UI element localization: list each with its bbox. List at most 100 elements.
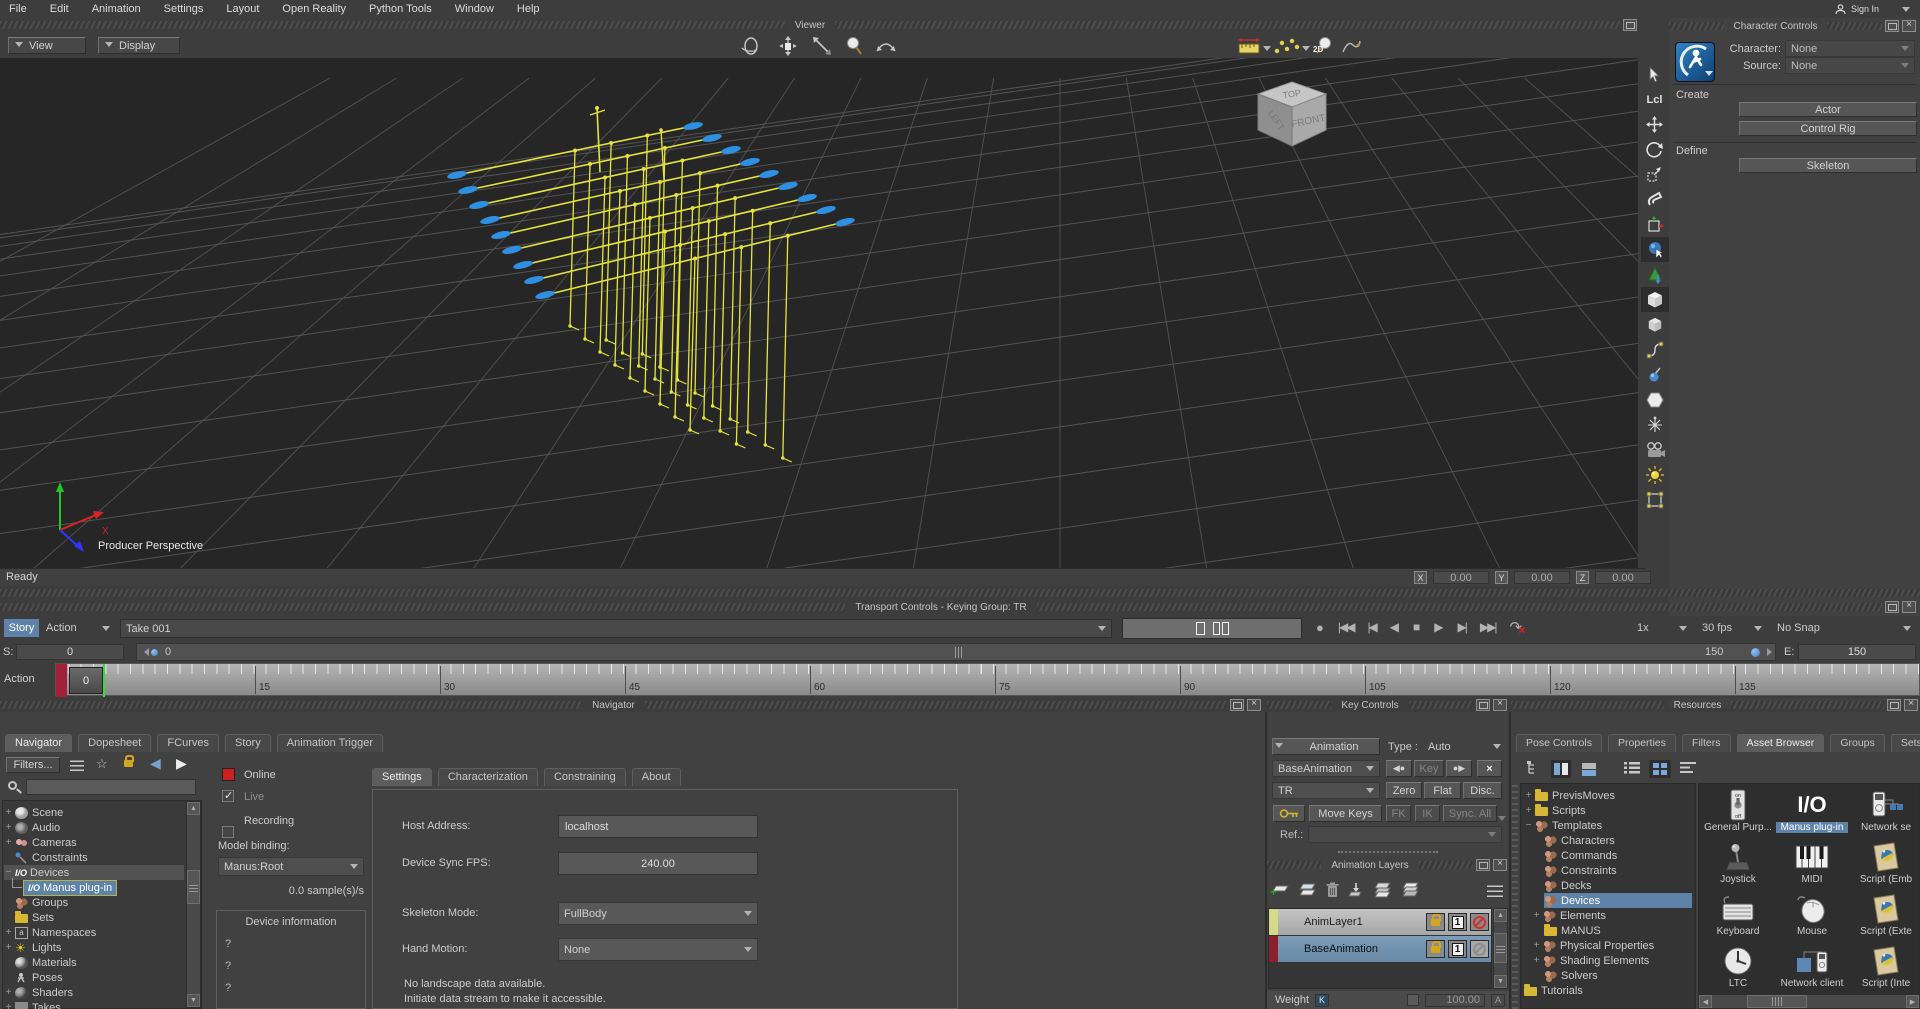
fps-dropdown[interactable]: 30 fps: [1697, 619, 1767, 637]
expand-icon[interactable]: +: [4, 1002, 13, 1009]
tab-sets[interactable]: Sets: [1891, 734, 1920, 752]
previous-keyframe-button[interactable]: |◀: [1367, 620, 1375, 634]
layer-mute-icon[interactable]: [1470, 913, 1489, 931]
range-end-field[interactable]: 150: [1798, 644, 1916, 660]
record-button[interactable]: ●: [1316, 620, 1324, 635]
asset-tree-physical-properties[interactable]: +Physical Properties: [1532, 938, 1692, 953]
expand-icon[interactable]: +: [4, 942, 13, 953]
layer-lock-icon[interactable]: [1426, 913, 1445, 931]
tab-settings[interactable]: Settings: [372, 768, 432, 786]
move-keys-button[interactable]: Move Keys: [1309, 805, 1382, 822]
tab-fcurves[interactable]: FCurves: [157, 734, 219, 752]
disc-button[interactable]: Disc.: [1463, 782, 1502, 799]
camera-tool-icon[interactable]: [1641, 437, 1669, 462]
next-key-button[interactable]: ●▶: [1446, 760, 1472, 777]
tree-view-icon[interactable]: [1526, 760, 1543, 779]
star-filter-icon[interactable]: ☆: [96, 756, 108, 772]
layer-color-chip[interactable]: [1269, 909, 1278, 935]
tab-story[interactable]: Story: [225, 734, 271, 752]
y-value-field[interactable]: 0.00: [1514, 571, 1570, 584]
expand-icon[interactable]: +: [4, 927, 13, 938]
list-view-icon[interactable]: [1623, 761, 1641, 778]
resources-close-icon[interactable]: [1904, 699, 1918, 711]
duplicate-layer-icon[interactable]: [1299, 882, 1317, 901]
view-menu-button[interactable]: View: [8, 37, 86, 54]
asset-mouse[interactable]: Mouse: [1776, 892, 1848, 942]
animation-layers-close-icon[interactable]: [1493, 859, 1507, 871]
menu-file[interactable]: File: [9, 3, 27, 15]
layer-list-options-icon[interactable]: [1487, 885, 1503, 897]
menu-open-reality[interactable]: Open Reality: [282, 3, 346, 15]
menu-settings[interactable]: Settings: [164, 3, 204, 15]
source-dropdown[interactable]: None: [1785, 57, 1915, 74]
asset-tree-scripts[interactable]: +Scripts: [1524, 803, 1692, 818]
layer-color-chip[interactable]: [1269, 936, 1278, 962]
recording-checkbox[interactable]: [222, 826, 234, 838]
asset-tree-templates[interactable]: −Templates: [1524, 818, 1692, 833]
asset-script-external[interactable]: Script (Exte: [1850, 892, 1920, 942]
tree-item-groups[interactable]: Groups: [4, 895, 184, 910]
bake-layer-icon[interactable]: [1348, 882, 1364, 901]
key-lock-button[interactable]: [1273, 805, 1305, 822]
asset-script-embedded[interactable]: Script (Emb: [1850, 840, 1920, 890]
tree-item-materials[interactable]: Materials: [4, 955, 184, 970]
host-address-field[interactable]: localhost: [558, 815, 758, 838]
layer-row-baseanimation[interactable]: BaseAnimation 1: [1269, 936, 1491, 962]
search-input[interactable]: [26, 779, 196, 795]
tab-dopesheet[interactable]: Dopesheet: [78, 734, 151, 752]
online-indicator[interactable]: [222, 768, 235, 781]
resources-side-grip[interactable]: [1512, 783, 1518, 1009]
rotate-tool-icon[interactable]: [1641, 137, 1669, 162]
asset-tree-constraints[interactable]: Constraints: [1544, 863, 1692, 878]
asset-manus-plugin[interactable]: I/O Manus plug-in: [1776, 788, 1848, 838]
asset-tree-prevismoves[interactable]: +PrevisMoves: [1524, 788, 1692, 803]
tab-animation-trigger[interactable]: Animation Trigger: [277, 734, 383, 752]
range-right-arrow-icon[interactable]: [1767, 648, 1776, 656]
driven-keys-icon[interactable]: [1641, 212, 1669, 237]
transport-popout-icon[interactable]: [1885, 601, 1899, 613]
range-start-field[interactable]: 0: [16, 644, 124, 660]
splitter-grip[interactable]: [1338, 851, 1438, 853]
tree-item-cameras[interactable]: +Cameras: [4, 835, 184, 850]
snap-dropdown[interactable]: No Snap: [1772, 619, 1916, 637]
key-button[interactable]: Key: [1414, 760, 1444, 777]
zoom-2d-icon[interactable]: 2D: [1313, 36, 1335, 56]
sign-in-caret-icon[interactable]: [1902, 7, 1910, 16]
range-right-handle[interactable]: [1751, 648, 1760, 657]
expand-icon[interactable]: +: [4, 822, 13, 833]
details-view-icon[interactable]: [1679, 761, 1697, 778]
view-cube[interactable]: TOP FRONT LEFT: [1250, 80, 1334, 156]
range-center-grip[interactable]: [955, 647, 962, 658]
stop-button[interactable]: ■: [1413, 620, 1420, 634]
cube-primitive-icon[interactable]: [1641, 287, 1669, 312]
character-controls-popout-icon[interactable]: [1885, 20, 1899, 32]
take-dropdown[interactable]: Take 001: [120, 619, 1112, 638]
expand-icon[interactable]: +: [4, 807, 13, 818]
menu-help[interactable]: Help: [517, 3, 540, 15]
delete-layer-icon[interactable]: [1326, 882, 1339, 901]
tree-item-audio[interactable]: +Audio: [4, 820, 184, 835]
step-back-button[interactable]: ◀: [1390, 620, 1399, 634]
animation-layers-popout-icon[interactable]: [1476, 859, 1490, 871]
tab-navigator[interactable]: Navigator: [5, 734, 72, 752]
tree-item-devices[interactable]: −I/ODevices: [4, 865, 184, 880]
zero-button[interactable]: Zero: [1386, 782, 1422, 799]
tree-item-scene[interactable]: +Scene: [4, 805, 184, 820]
joint-tool-icon[interactable]: [1641, 362, 1669, 387]
marker-tool-icon[interactable]: [1641, 487, 1669, 512]
asset-tree-solvers[interactable]: Solvers: [1544, 968, 1692, 983]
timeline-scrollbar[interactable]: 0 150: [136, 643, 1776, 661]
step-forward-button[interactable]: ▶|: [1458, 620, 1466, 634]
x-value-field[interactable]: 0.00: [1433, 571, 1489, 584]
tab-asset-browser[interactable]: Asset Browser: [1737, 734, 1825, 752]
previous-key-button[interactable]: ◀●: [1386, 760, 1412, 777]
lcl-mode-icon[interactable]: Lcl: [1641, 87, 1669, 112]
translate-tool-icon[interactable]: [1641, 112, 1669, 137]
keying-group-dropdown[interactable]: TR: [1272, 782, 1380, 799]
add-layer-icon[interactable]: +: [1272, 883, 1290, 900]
weight-value-field[interactable]: 100.00: [1425, 994, 1485, 1007]
tree-item-constraints[interactable]: Constraints: [4, 850, 184, 865]
layer-solo-icon[interactable]: 1: [1448, 940, 1467, 958]
select-tool-icon[interactable]: [1641, 62, 1669, 87]
collapse-icon[interactable]: −: [4, 867, 13, 878]
